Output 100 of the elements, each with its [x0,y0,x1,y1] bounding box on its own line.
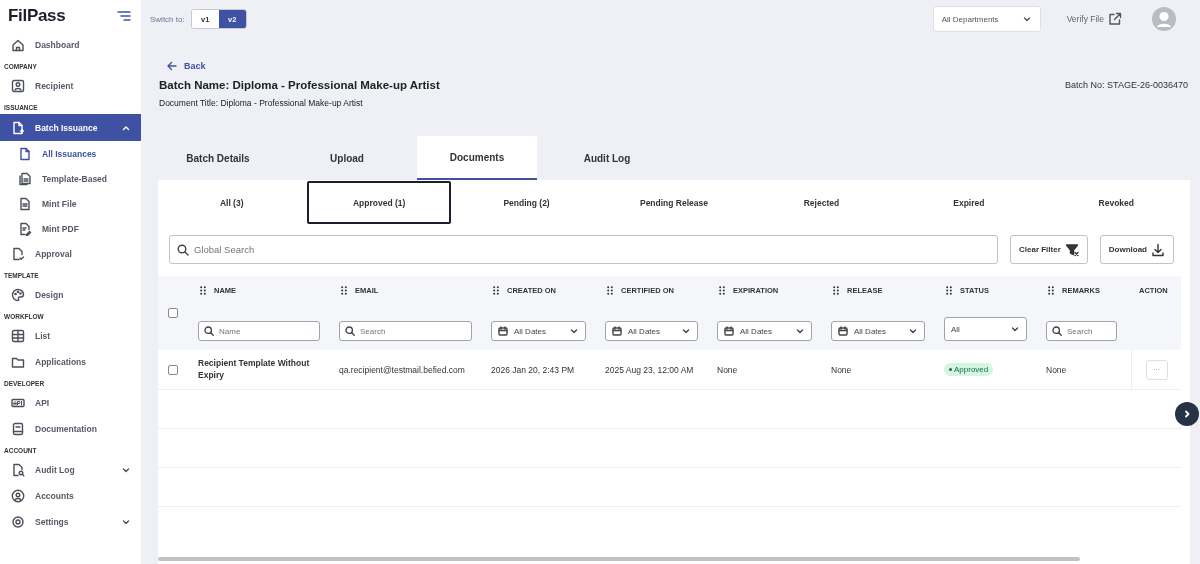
checkbox[interactable] [168,364,178,375]
drag-handle-icon [341,286,347,295]
sidebar-item[interactable]: Approval [0,241,141,267]
drag-handle-icon [200,286,206,295]
verify-file-link[interactable]: Verify File [1066,14,1104,24]
sidebar-subitem[interactable]: All Issuances [0,141,141,166]
document-pen-icon [18,221,32,236]
tab[interactable]: Batch Details [159,136,277,180]
filter-field[interactable]: Search [1046,321,1117,341]
sidebar-item[interactable]: List [0,323,141,349]
sidebar-item[interactable]: Dashboard [0,32,141,58]
calendar-icon [498,326,508,336]
documents-icon [18,171,32,186]
sidebar-item[interactable]: Applications [0,349,141,375]
status-tab[interactable]: Pending (2) [452,180,601,225]
external-link-icon [1108,12,1122,26]
calendar-icon [612,326,622,336]
scroll-right-button[interactable] [1175,402,1199,426]
tab[interactable]: Documents [417,136,537,180]
download-button[interactable]: Download [1099,235,1174,264]
sidebar-item[interactable]: Settings [0,509,141,535]
sidebar-subitem[interactable]: Mint PDF [0,216,141,241]
filter-field[interactable]: Search [339,321,472,341]
chevron-down-icon [121,517,131,527]
clear-filter-button[interactable]: Clear Filter [1010,235,1088,264]
chevron-down-icon [121,465,131,475]
date-filter-dropdown[interactable]: All Dates [831,321,925,341]
status-tab[interactable]: All (3) [158,180,306,225]
document-title: Document Title: Diploma - Professional Make-up Artist [159,98,364,108]
folder-icon [11,355,25,369]
department-dropdown[interactable]: All Departments [932,6,1041,32]
table-cell: None [831,364,852,375]
drag-handle-icon [607,286,613,295]
table-cell: None [717,364,738,375]
logo[interactable]: FilPass [8,6,66,26]
sidebar-subitem[interactable]: Template-Based [0,166,141,191]
drag-handle-icon [946,286,952,295]
horizontal-scrollbar[interactable] [158,557,1080,561]
settings-icon [11,515,25,529]
status-tab[interactable]: Approved (1) [307,181,451,224]
date-filter-dropdown[interactable]: All Dates [605,321,698,341]
chevron-right-icon [1182,409,1192,419]
tab[interactable]: Audit Log [547,136,667,180]
filter-clear-icon [1064,242,1079,257]
sidebar-item[interactable]: Design [0,282,141,308]
book-icon [11,422,25,436]
download-icon [1151,242,1165,257]
api-icon [11,396,25,410]
document-icon [18,146,32,161]
calendar-icon [724,326,734,336]
chevron-down-icon [569,326,579,336]
chevron-down-icon [681,326,691,336]
document-plus-icon [11,120,25,135]
filter-field[interactable]: Name [198,321,320,341]
back-link[interactable]: Back [166,60,206,72]
person-icon [11,79,25,93]
date-filter-dropdown[interactable]: All Dates [717,321,812,341]
batch-name: Batch Name: Diploma - Professional Make-up Artist [159,79,440,91]
document-check-icon [11,247,25,261]
sidebar-item[interactable]: Audit Log [0,457,141,483]
home-icon [11,38,25,52]
table-cell: qa.recipient@testmail.befied.com [339,364,465,375]
drag-handle-icon [719,286,725,295]
chevron-down-icon [1021,14,1032,24]
tab[interactable]: Upload [287,136,407,180]
status-tab[interactable]: Expired [895,180,1043,225]
menu-icon [117,10,131,22]
palette-icon [11,288,25,302]
avatar-icon [1152,7,1176,31]
chevron-down-icon [795,326,805,336]
calendar-icon [838,326,848,336]
document-lines-icon [18,196,32,211]
table-cell-text: Recipient Template Without Expiry [198,358,311,381]
sidebar-subitem[interactable]: Mint File [0,191,141,216]
status-tab[interactable]: Revoked [1042,180,1190,225]
drag-handle-icon [833,286,839,295]
sidebar-item[interactable]: Batch Issuance [0,114,141,141]
sidebar-item[interactable]: Recipient [0,73,141,99]
status-tab[interactable]: Pending Release [600,180,748,225]
user-circle-icon [11,489,25,503]
drag-handle-icon [1048,286,1054,295]
switch-label: Switch to: [150,14,185,24]
chevron-down-icon [908,326,918,336]
arrow-left-icon [166,60,178,72]
sidebar-item[interactable]: API [0,390,141,416]
global-search-field[interactable]: Global Search [169,235,998,264]
table-cell: 2025 Aug 23, 12:00 AM [605,364,694,375]
batch-number: Batch No: STAGE-26-0036470 [1065,80,1188,90]
chevron-down-icon [1010,324,1020,334]
status-badge: Approved [944,363,994,376]
status-tab[interactable]: Rejected [747,180,896,225]
date-filter-dropdown[interactable]: All Dates [491,321,586,341]
table-cell: 2026 Jan 20, 2:43 PM [491,364,575,375]
checkbox[interactable] [168,308,178,318]
sidebar-item[interactable]: Documentation [0,416,141,442]
table-cell: None [1046,364,1067,375]
status-filter-dropdown[interactable]: All [944,317,1027,341]
sidebar-item[interactable]: Accounts [0,483,141,509]
drag-handle-icon [493,286,499,295]
document-magnifier-icon [11,463,25,477]
